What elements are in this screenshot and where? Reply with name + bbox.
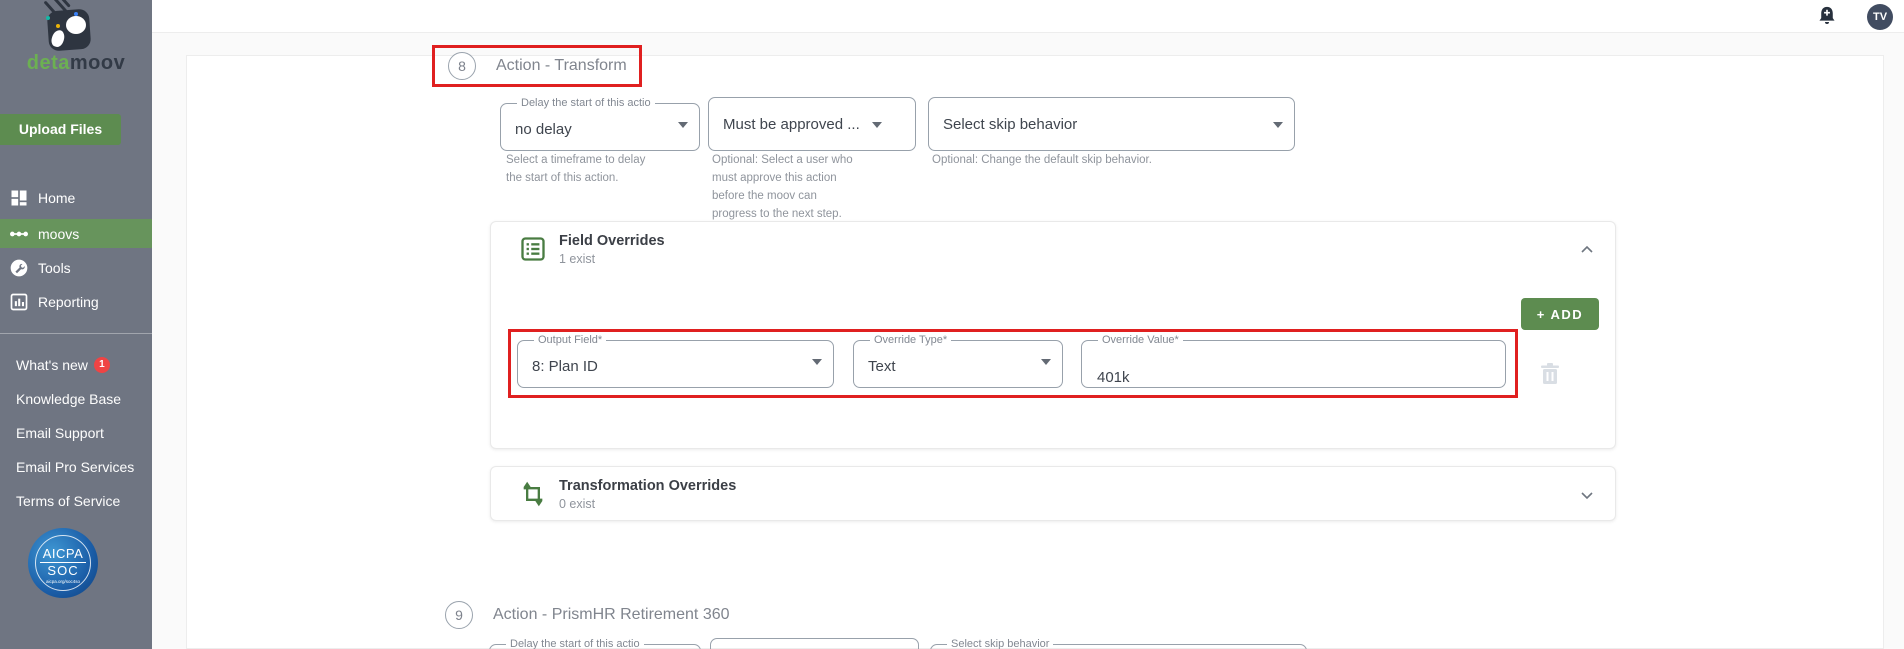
approver-helper-text: Optional: Select a user who must approve … [712,154,853,220]
sidebar-item-reporting[interactable]: Reporting [0,287,152,316]
dropdown-caret-icon [1273,122,1283,128]
home-dashboard-icon [11,190,27,205]
step-8-header: 8 Action - Transform [432,45,642,87]
sidebar-item-label: moovs [38,225,80,242]
moovs-dots-icon [10,231,28,236]
sidebar-link-whats-new[interactable]: What's new 1 [16,356,110,374]
sidebar-link-terms-of-service[interactable]: Terms of Service [16,492,120,510]
dropdown-caret-icon [1041,359,1051,365]
add-field-override-button[interactable]: + ADD [1521,298,1599,330]
sidebar-item-label: Home [38,189,76,206]
skip-behavior-select-value: Select skip behavior [943,116,1078,133]
delete-trash-icon[interactable] [1539,362,1561,386]
step-9-title: Action - PrismHR Retirement 360 [493,606,730,623]
sidebar-link-email-support[interactable]: Email Support [16,424,104,442]
sidebar-link-email-pro-services[interactable]: Email Pro Services [16,458,134,476]
step-8-number: 8 [448,52,476,80]
transformation-overrides-count: 0 exist [559,497,596,511]
transformation-overrides-transform-icon [523,481,543,507]
delay-select[interactable]: Delay the start of this actio no delay [500,97,700,151]
app-root: detamoov Upload Files Home moovs Tools R… [0,0,1904,649]
chevron-down-icon[interactable] [1579,487,1595,503]
soc-badge-line2: SOC [47,563,79,578]
reporting-chart-icon [10,293,28,310]
approver-select-value: Must be approved ... [723,116,860,133]
step9-skip-label: Select skip behavior [951,638,1050,649]
step9-delay-label: Delay the start of this actio [510,638,640,649]
sidebar: detamoov Upload Files Home moovs Tools R… [0,0,152,649]
transformation-overrides-card: Transformation Overrides 0 exist [490,466,1616,521]
override-value-input[interactable] [1094,346,1493,400]
transformation-overrides-header[interactable]: Transformation Overrides 0 exist [491,467,1615,522]
transformation-overrides-title: Transformation Overrides [559,478,737,494]
skip-behavior-select[interactable]: Select skip behavior [928,97,1295,151]
override-type-select[interactable]: Override Type* Text [853,334,1063,388]
notifications-bell-icon[interactable] [1816,5,1838,27]
whats-new-count-badge: 1 [93,357,110,373]
step9-delay-select[interactable]: Delay the start of this actio [489,638,701,649]
sidebar-item-label: Reporting [38,293,99,310]
chevron-up-icon[interactable] [1579,242,1595,258]
dropdown-caret-icon [812,359,822,365]
sidebar-item-label: Tools [38,259,71,276]
field-overrides-count: 1 exist [559,252,596,266]
approver-select[interactable]: Must be approved ... [708,97,916,151]
output-field-label: Output Field* [538,334,603,346]
step-9-number: 9 [445,601,473,629]
step-9-header: 9 Action - PrismHR Retirement 360 [445,598,845,632]
dropdown-caret-icon [678,122,688,128]
sidebar-item-home[interactable]: Home [0,183,152,212]
field-overrides-title: Field Overrides [559,233,665,249]
override-value-field[interactable]: Override Value* [1081,334,1506,400]
brand-logo[interactable]: detamoov [0,0,152,80]
field-overrides-list-icon [521,237,545,261]
field-overrides-header[interactable]: Field Overrides 1 exist [491,222,1615,277]
output-field-select[interactable]: Output Field* 8: Plan ID [517,334,834,388]
output-field-value: 8: Plan ID [532,358,598,375]
tools-wrench-icon [10,259,28,276]
sidebar-divider [0,333,152,334]
override-type-value: Text [868,358,896,375]
topbar: TV [152,0,1904,33]
field-overrides-card: Field Overrides 1 exist + ADD Output Fie… [490,221,1616,449]
brand-logo-icon [40,0,92,54]
step-8-title: Action - Transform [496,57,627,74]
delay-select-label: Delay the start of this actio [521,97,651,109]
step9-skip-select[interactable]: Select skip behavior [930,638,1307,649]
delay-helper-text: Select a timeframe to delay the start of … [506,154,646,184]
sidebar-link-knowledge-base[interactable]: Knowledge Base [16,390,121,408]
aicpa-soc-badge[interactable]: AICPA SOC aicpa.org/soc4so [28,528,98,598]
soc-badge-line1: AICPA [39,546,87,563]
skip-helper-text: Optional: Change the default skip behavi… [932,154,1152,166]
upload-files-button[interactable]: Upload Files [0,114,121,145]
brand-wordmark: detamoov [26,52,126,74]
user-avatar[interactable]: TV [1867,4,1893,30]
override-type-label: Override Type* [874,334,948,346]
dropdown-caret-icon [872,122,882,128]
sidebar-item-tools[interactable]: Tools [0,253,152,282]
delay-select-value: no delay [515,121,572,138]
step9-approver-select[interactable] [710,638,919,649]
override-value-label: Override Value* [1102,334,1179,346]
soc-badge-url: aicpa.org/soc4so [45,579,81,584]
sidebar-item-moovs[interactable]: moovs [0,219,152,248]
